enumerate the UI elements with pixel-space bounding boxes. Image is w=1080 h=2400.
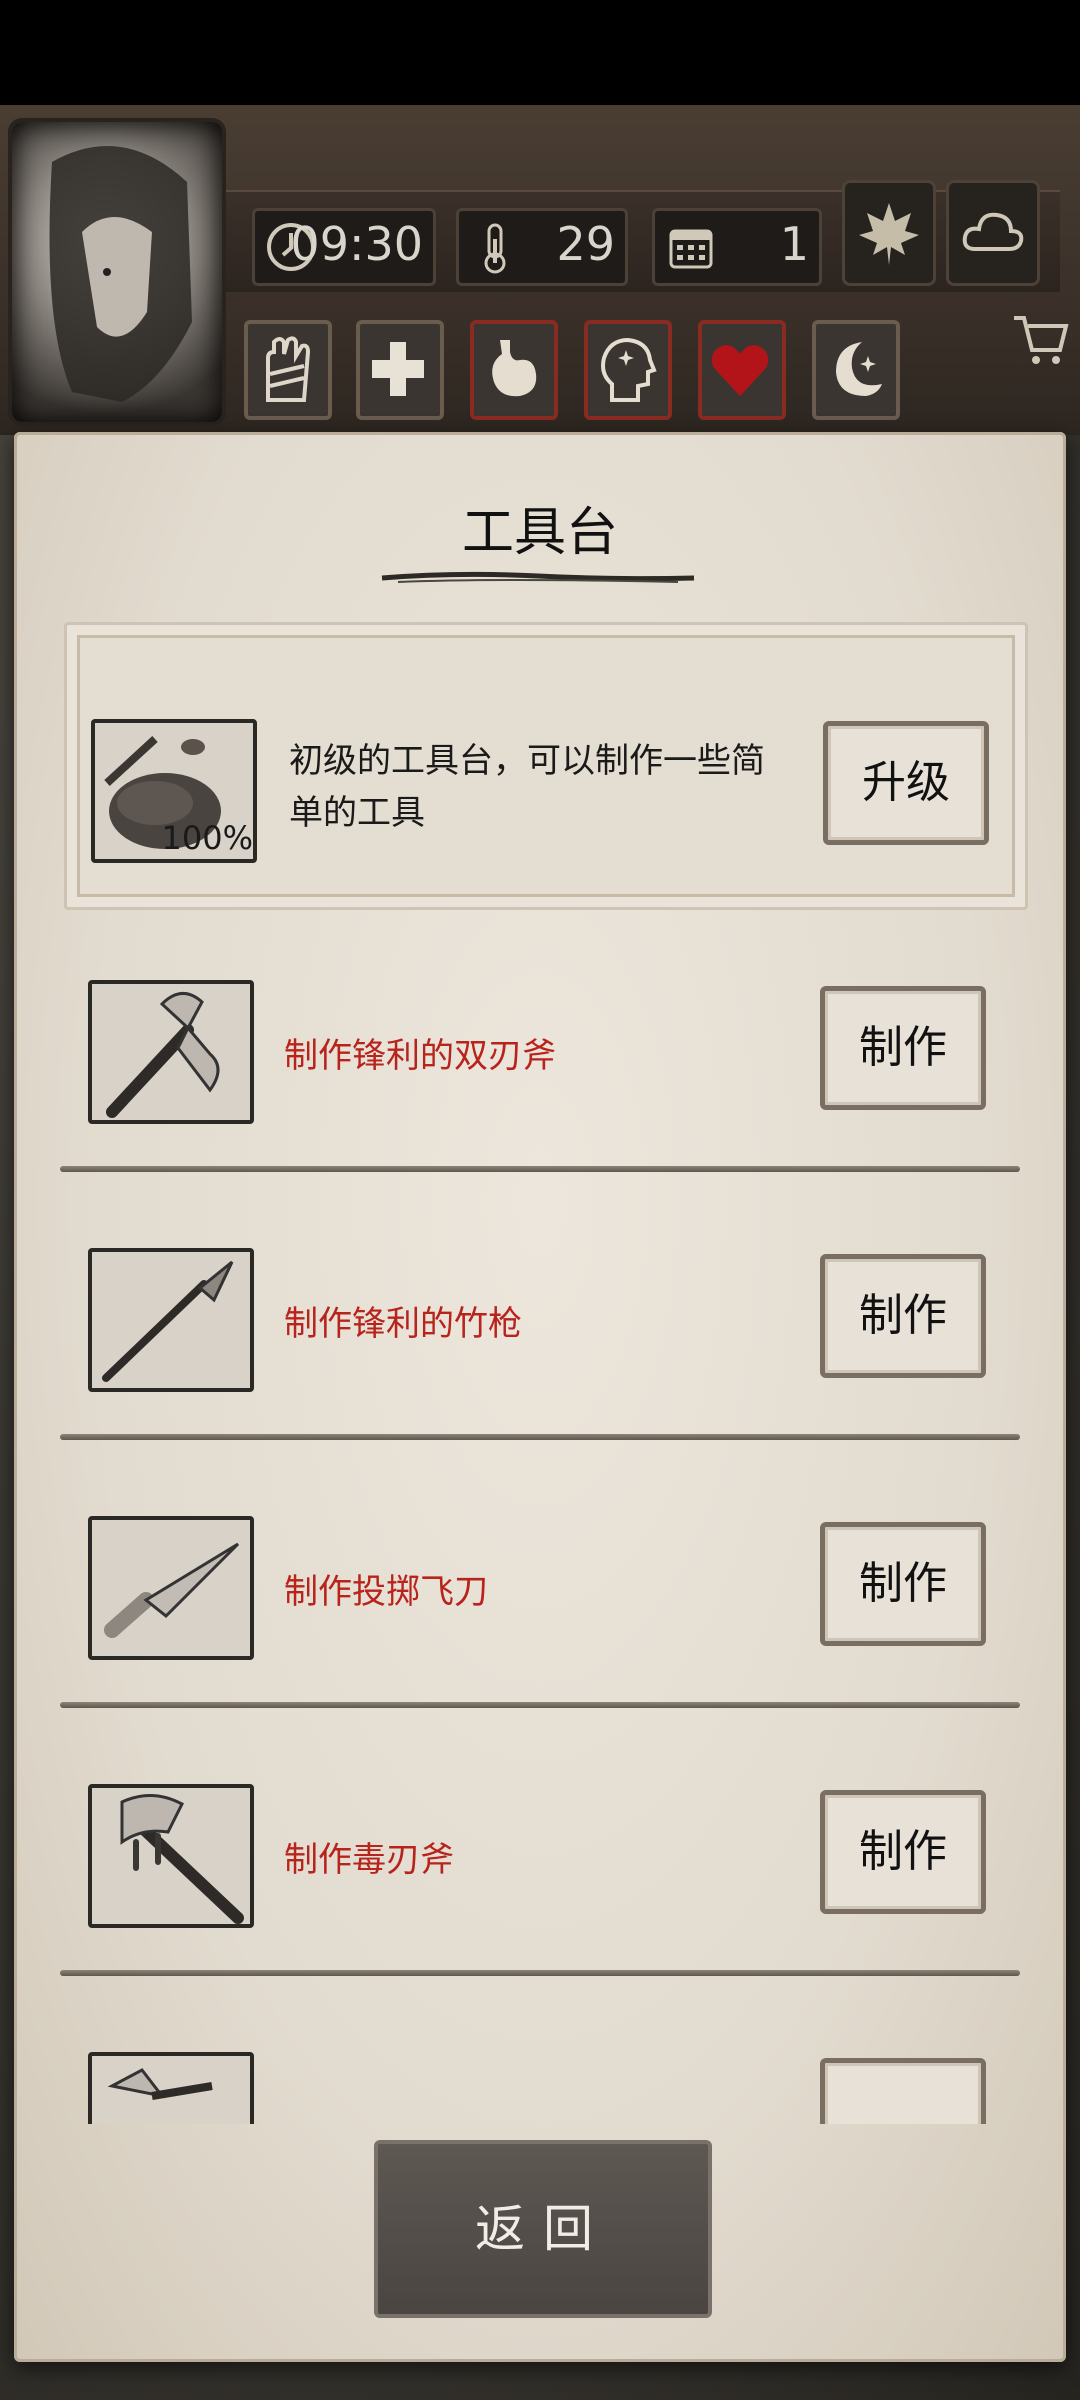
recipe-name: 制作锋利的竹枪 — [284, 1304, 522, 1344]
cart-icon[interactable] — [1010, 310, 1070, 370]
maple-leaf-icon — [859, 203, 919, 265]
stomach-icon — [492, 340, 537, 397]
bamboo-spear-icon — [88, 1248, 254, 1392]
craft-button[interactable]: 制作 — [820, 1522, 986, 1646]
craft-button[interactable]: 制作 — [820, 1790, 986, 1914]
double-axe-icon — [88, 980, 254, 1124]
description-line-2: 单的工具 — [289, 793, 425, 833]
recipe-name: 制作毒刃斧 — [284, 1840, 454, 1880]
poison-axe-icon — [88, 1784, 254, 1928]
temperature-display: 29 — [456, 208, 628, 286]
recipe-list[interactable]: 100% 初级的工具台，可以制作一些简 单的工具 升级 制作锋利的双刃斧 制作 — [50, 604, 1030, 2124]
status-hunger[interactable] — [470, 320, 558, 420]
day-value: 1 — [779, 217, 809, 271]
row-divider — [60, 1702, 1020, 1708]
back-button[interactable]: 返回 — [374, 2140, 712, 2318]
cloud-icon — [962, 212, 1024, 251]
next-recipe-icon — [88, 2052, 254, 2124]
row-divider — [60, 1970, 1020, 1976]
title-underline — [381, 571, 695, 583]
row-divider — [60, 1166, 1020, 1172]
thermometer-icon — [484, 223, 506, 274]
time-value: 09:30 — [290, 217, 423, 271]
health-cross-icon — [372, 342, 424, 396]
system-status-bar — [0, 0, 1080, 105]
time-display: 09:30 — [252, 208, 436, 286]
workbench-progress: 100% — [161, 819, 253, 857]
workbench-description: 初级的工具台，可以制作一些简 单的工具 — [289, 735, 809, 839]
temperature-value: 29 — [556, 217, 615, 271]
panel-title: 工具台 — [461, 503, 618, 563]
status-bandage[interactable] — [244, 320, 332, 420]
hand-bandage-icon — [266, 336, 311, 402]
recipe-name: 制作锋利的双刃斧 — [284, 1036, 556, 1076]
workbench-panel: 工具台 100% 初级的工具台，可以制作一些简 单的工具 升级 制作锋利的双刃斧… — [14, 432, 1066, 2362]
upgrade-button[interactable]: 升级 — [823, 721, 989, 845]
status-sleep[interactable] — [812, 320, 900, 420]
heart-icon — [711, 345, 769, 396]
calendar-icon — [669, 229, 713, 269]
description-line-1: 初级的工具台，可以制作一些简 — [289, 741, 765, 781]
character-portrait[interactable] — [8, 118, 226, 426]
weather-button[interactable] — [946, 180, 1040, 286]
status-health[interactable] — [356, 320, 444, 420]
season-button[interactable] — [842, 180, 936, 286]
moon-sleep-icon — [836, 342, 882, 396]
sanity-head-icon — [601, 337, 657, 402]
workbench-level-icon: 100% — [91, 719, 257, 863]
craft-button-partial[interactable] — [820, 2058, 986, 2124]
workbench-upgrade-card: 100% 初级的工具台，可以制作一些简 单的工具 升级 — [64, 622, 1028, 910]
day-display: 1 — [652, 208, 822, 286]
status-sanity[interactable] — [584, 320, 672, 420]
craft-button[interactable]: 制作 — [820, 1254, 986, 1378]
recipe-name: 制作投掷飞刀 — [284, 1572, 488, 1612]
status-heart[interactable] — [698, 320, 786, 420]
throwing-knife-icon — [88, 1516, 254, 1660]
craft-button[interactable]: 制作 — [820, 986, 986, 1110]
row-divider — [60, 1434, 1020, 1440]
